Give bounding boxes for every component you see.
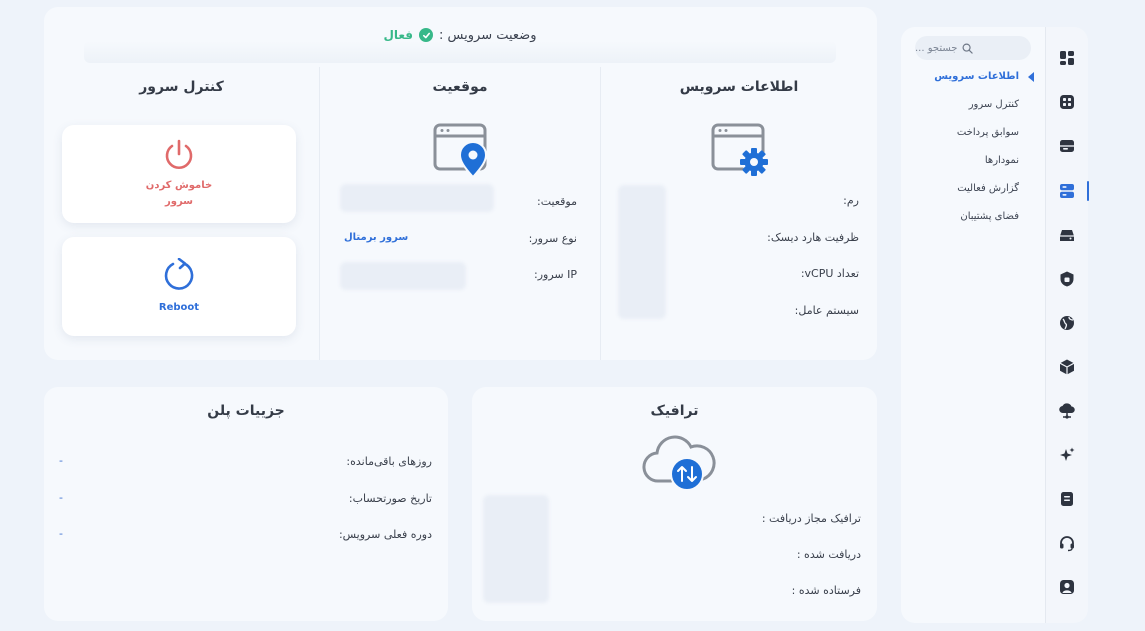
service-status-value: فعال xyxy=(383,28,414,42)
server-control-title: کنترل سرور xyxy=(139,79,224,95)
security-icon[interactable] xyxy=(1058,270,1076,288)
search-input[interactable]: جستجو ... xyxy=(915,36,1031,60)
submenu-item-backup-space[interactable]: فضای پشتیبان xyxy=(960,211,1019,222)
power-off-label: خاموش کردن سرور xyxy=(145,180,213,207)
service-info-values-redacted xyxy=(618,185,666,319)
server-control-section: کنترل سرور خاموش کردن سرور Reboot xyxy=(44,67,319,360)
disk-label: ظرفیت هارد دیسک: xyxy=(767,231,859,244)
window-location-icon xyxy=(433,123,488,179)
apps-icon[interactable] xyxy=(1058,93,1076,111)
server-ip-redacted xyxy=(340,262,466,290)
ram-label: رم: xyxy=(843,194,859,207)
active-indicator xyxy=(1028,72,1034,82)
profile-icon[interactable] xyxy=(1058,578,1076,596)
cloud-drive-icon[interactable] xyxy=(1058,226,1076,244)
document-icon[interactable] xyxy=(1058,490,1076,508)
traffic-values-redacted xyxy=(483,495,549,603)
power-icon xyxy=(165,139,193,169)
search-icon xyxy=(962,43,974,54)
sparkle-icon[interactable] xyxy=(1058,446,1076,464)
cloud-transfer-icon xyxy=(642,435,716,491)
box-icon[interactable] xyxy=(1058,358,1076,376)
plan-details-title: جزییات پلن xyxy=(207,403,285,419)
location-value-redacted xyxy=(340,184,494,212)
service-status-bar: وضعیت سرویس : فعال xyxy=(84,21,836,63)
dashboard-icon[interactable] xyxy=(1058,49,1076,67)
location-label: موقعیت: xyxy=(537,195,577,208)
location-title: موقعیت xyxy=(432,79,488,95)
reboot-label: Reboot xyxy=(158,301,200,313)
remaining-days-label: روزهای باقی‌مانده: xyxy=(346,455,432,468)
reboot-icon xyxy=(164,257,194,290)
server-ip-label: IP سرور: xyxy=(533,268,577,281)
window-gear-icon xyxy=(711,123,768,176)
billing-date-value: - xyxy=(59,491,63,504)
cloud-network-icon[interactable] xyxy=(1058,402,1076,420)
rail-active-indicator xyxy=(1087,181,1089,201)
service-submenu: جستجو ... اطلاعات سرویس کنترل سرور سوابق… xyxy=(901,27,1045,623)
service-info-section: اطلاعات سرویس رم: ظرفیت هارد دیسک: تعداد… xyxy=(601,67,877,360)
server-type-value: سرور برمتال xyxy=(344,232,409,243)
submenu-item-activity-log[interactable]: گزارش فعالیت xyxy=(957,183,1019,194)
traffic-card: ترافیک ترافیک مجاز دریافت : دریافت شده :… xyxy=(472,387,877,621)
vcpu-label: تعداد vCPU: xyxy=(800,267,859,280)
os-label: سیستم عامل: xyxy=(794,304,859,317)
service-status-label: وضعیت سرویس : xyxy=(439,27,537,43)
server-icon[interactable] xyxy=(1058,182,1076,200)
billing-date-label: تاریخ صورتحساب: xyxy=(348,492,432,505)
storage-icon[interactable] xyxy=(1058,137,1076,155)
search-placeholder: جستجو ... xyxy=(915,42,958,54)
current-period-value: - xyxy=(59,527,63,540)
server-type-label: نوع سرور: xyxy=(528,232,577,245)
globe-icon[interactable] xyxy=(1058,314,1076,332)
plan-details-card: جزییات پلن روزهای باقی‌مانده: - تاریخ صو… xyxy=(44,387,448,621)
received-label: دریافت شده : xyxy=(796,548,861,561)
check-circle-icon xyxy=(419,28,434,42)
remaining-days-value: - xyxy=(59,454,63,467)
service-status: وضعیت سرویس : فعال xyxy=(383,28,536,43)
service-info-title: اطلاعات سرویس xyxy=(679,79,799,95)
submenu-item-server-control[interactable]: کنترل سرور xyxy=(969,99,1019,110)
submenu-item-charts[interactable]: نمودارها xyxy=(985,155,1019,166)
submenu-item-payment-history[interactable]: سوابق پرداخت xyxy=(957,127,1019,138)
service-card: وضعیت سرویس : فعال اطلاعات سرویس رم: ظرف… xyxy=(44,7,877,360)
headset-icon[interactable] xyxy=(1058,534,1076,552)
traffic-title: ترافیک xyxy=(650,403,699,419)
submenu-item-service-info[interactable]: اطلاعات سرویس xyxy=(934,71,1019,82)
location-section: موقعیت موقعیت: نوع سرور: سرور برمتال IP … xyxy=(319,67,601,360)
power-off-button[interactable]: خاموش کردن سرور xyxy=(62,125,296,223)
allowed-download-label: ترافیک مجاز دریافت : xyxy=(761,512,861,525)
icon-rail xyxy=(1045,27,1089,623)
sent-label: فرستاده شده : xyxy=(791,584,861,597)
reboot-button[interactable]: Reboot xyxy=(62,237,296,336)
current-period-label: دوره فعلی سرویس: xyxy=(338,528,432,541)
